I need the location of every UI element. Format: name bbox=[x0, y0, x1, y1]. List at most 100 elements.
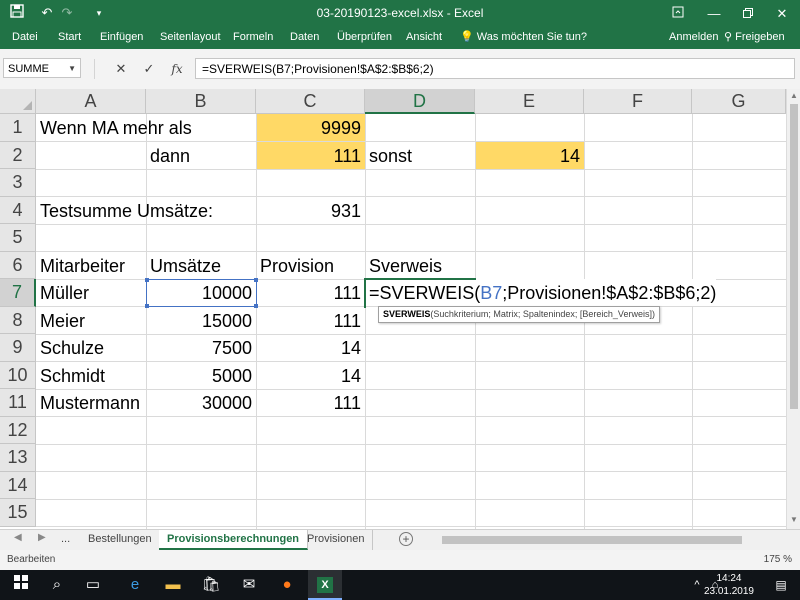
cell-a8[interactable]: Meier bbox=[36, 307, 146, 334]
scroll-down-icon[interactable]: ▼ bbox=[789, 515, 799, 524]
share-button[interactable]: ⚲ Freigeben bbox=[724, 27, 785, 49]
scrollbar-thumb[interactable] bbox=[442, 536, 742, 544]
edge-icon[interactable]: e bbox=[118, 570, 152, 600]
cell-c7[interactable]: 111 bbox=[256, 279, 365, 306]
zoom-level[interactable]: 175 % bbox=[764, 554, 792, 565]
row-header-7[interactable]: 7 bbox=[0, 279, 36, 307]
customize-icon[interactable]: ▾ bbox=[90, 4, 108, 22]
select-all-corner[interactable] bbox=[0, 89, 36, 114]
row-header-6[interactable]: 6 bbox=[0, 251, 36, 279]
row-header-12[interactable]: 12 bbox=[0, 416, 36, 444]
windows-start-icon[interactable] bbox=[4, 570, 38, 600]
cell-c10[interactable]: 14 bbox=[256, 362, 365, 389]
function-tooltip[interactable]: SVERWEIS(Suchkriterium; Matrix; Spalteni… bbox=[378, 306, 660, 323]
row-header-11[interactable]: 11 bbox=[0, 389, 36, 417]
row-header-8[interactable]: 8 bbox=[0, 306, 36, 334]
name-box[interactable]: SUMME ▼ bbox=[3, 58, 81, 78]
sheet-tab-provisionsberechnungen[interactable]: Provisionsberechnungen bbox=[159, 530, 309, 550]
cell-a10[interactable]: Schmidt bbox=[36, 362, 146, 389]
redo-icon[interactable]: ↷ bbox=[58, 4, 76, 22]
cell-b8[interactable]: 15000 bbox=[146, 307, 256, 334]
cell-b11[interactable]: 30000 bbox=[146, 389, 256, 416]
sheet-tab-provisionen[interactable]: Provisionen bbox=[299, 530, 374, 550]
row-header-15[interactable]: 15 bbox=[0, 499, 36, 527]
tab-ueberpruefen[interactable]: Überprüfen bbox=[337, 27, 392, 49]
undo-icon[interactable]: ↶ bbox=[38, 4, 56, 22]
tab-seitenlayout[interactable]: Seitenlayout bbox=[160, 27, 221, 49]
column-header-e[interactable]: E bbox=[475, 89, 584, 114]
tab-einfuegen[interactable]: Einfügen bbox=[100, 27, 143, 49]
tell-me-box[interactable]: 💡 Was möchten Sie tun? bbox=[460, 27, 587, 49]
vertical-scrollbar[interactable]: ▲ ▼ bbox=[786, 89, 800, 529]
add-sheet-icon[interactable]: + bbox=[399, 532, 413, 546]
excel-taskbar-icon[interactable]: X bbox=[308, 570, 342, 600]
formula-input[interactable]: =SVERWEIS(B7;Provisionen!$A$2:$B$6;2) bbox=[195, 58, 795, 79]
close-icon[interactable]: ✕ bbox=[764, 0, 800, 27]
scroll-up-icon[interactable]: ▲ bbox=[789, 91, 799, 100]
cell-a7[interactable]: Müller bbox=[36, 279, 146, 306]
cell-a4[interactable]: Testsumme Umsätze: bbox=[36, 197, 256, 224]
cell-a9[interactable]: Schulze bbox=[36, 334, 146, 361]
column-header-d[interactable]: D bbox=[365, 89, 475, 114]
cell-b10[interactable]: 5000 bbox=[146, 362, 256, 389]
tab-daten[interactable]: Daten bbox=[290, 27, 319, 49]
insert-function-button[interactable]: fx bbox=[166, 59, 188, 79]
scrollbar-thumb[interactable] bbox=[790, 104, 798, 409]
sheet-next-icon[interactable]: ▶ bbox=[38, 532, 46, 543]
tab-datei[interactable]: Datei bbox=[12, 27, 38, 49]
row-header-1[interactable]: 1 bbox=[0, 114, 36, 142]
horizontal-scrollbar[interactable] bbox=[430, 534, 786, 546]
row-header-13[interactable]: 13 bbox=[0, 444, 36, 472]
cell-c11[interactable]: 111 bbox=[256, 389, 365, 416]
column-header-c[interactable]: C bbox=[256, 89, 365, 114]
cell-a1[interactable]: Wenn MA mehr als bbox=[36, 114, 256, 141]
cell-a11[interactable]: Mustermann bbox=[36, 389, 146, 416]
ribbon-display-icon[interactable] bbox=[660, 0, 696, 27]
mail-icon[interactable]: ✉ bbox=[232, 570, 266, 600]
cell-c8[interactable]: 111 bbox=[256, 307, 365, 334]
cell-c4[interactable]: 931 bbox=[256, 197, 365, 224]
tab-start[interactable]: Start bbox=[58, 27, 81, 49]
sheet-prev-icon[interactable]: ◀ bbox=[14, 532, 22, 543]
column-header-a[interactable]: A bbox=[36, 89, 146, 114]
cancel-icon[interactable]: ✕ bbox=[110, 59, 132, 79]
store-icon[interactable]: 🛍 bbox=[194, 570, 228, 600]
row-header-2[interactable]: 2 bbox=[0, 141, 36, 169]
restore-icon[interactable] bbox=[730, 0, 766, 27]
taskbar-clock[interactable]: 14:24 23.01.2019 bbox=[704, 572, 754, 598]
row-header-9[interactable]: 9 bbox=[0, 334, 36, 362]
tab-ansicht[interactable]: Ansicht bbox=[406, 27, 442, 49]
chevron-down-icon[interactable]: ▼ bbox=[68, 59, 76, 79]
tab-formeln[interactable]: Formeln bbox=[233, 27, 273, 49]
task-view-icon[interactable]: ▭ bbox=[76, 570, 110, 600]
column-header-f[interactable]: F bbox=[584, 89, 692, 114]
minimize-icon[interactable]: — bbox=[696, 0, 732, 27]
cell-b9[interactable]: 7500 bbox=[146, 334, 256, 361]
cell-b6[interactable]: Umsätze bbox=[146, 252, 256, 279]
cell-d6[interactable]: Sverweis bbox=[365, 252, 475, 279]
row-header-4[interactable]: 4 bbox=[0, 196, 36, 224]
row-header-10[interactable]: 10 bbox=[0, 361, 36, 389]
search-icon[interactable]: ⌕ bbox=[40, 570, 74, 600]
column-header-g[interactable]: G bbox=[692, 89, 786, 114]
file-explorer-icon[interactable]: ▬ bbox=[156, 570, 190, 600]
cell-b2[interactable]: dann bbox=[146, 142, 256, 169]
sheet-tab-bestellungen[interactable]: Bestellungen bbox=[80, 530, 161, 550]
cell-c6[interactable]: Provision bbox=[256, 252, 365, 279]
row-header-3[interactable]: 3 bbox=[0, 169, 36, 197]
sheet-more[interactable]: ... bbox=[55, 530, 76, 550]
column-header-b[interactable]: B bbox=[146, 89, 256, 114]
cell-c9[interactable]: 14 bbox=[256, 334, 365, 361]
notifications-icon[interactable]: ▤ bbox=[764, 570, 798, 600]
cell-c1[interactable]: 9999 bbox=[256, 114, 365, 141]
row-header-14[interactable]: 14 bbox=[0, 471, 36, 499]
tooltip-function-name[interactable]: SVERWEIS bbox=[383, 309, 430, 319]
signin-link[interactable]: Anmelden bbox=[669, 27, 719, 49]
cell-d2[interactable]: sonst bbox=[365, 142, 475, 169]
cell-a6[interactable]: Mitarbeiter bbox=[36, 252, 146, 279]
firefox-icon[interactable]: ● bbox=[270, 570, 304, 600]
cell-c2[interactable]: 111 bbox=[256, 142, 365, 169]
save-icon[interactable] bbox=[8, 4, 26, 22]
row-header-5[interactable]: 5 bbox=[0, 224, 36, 252]
cell-e2[interactable]: 14 bbox=[475, 142, 584, 169]
